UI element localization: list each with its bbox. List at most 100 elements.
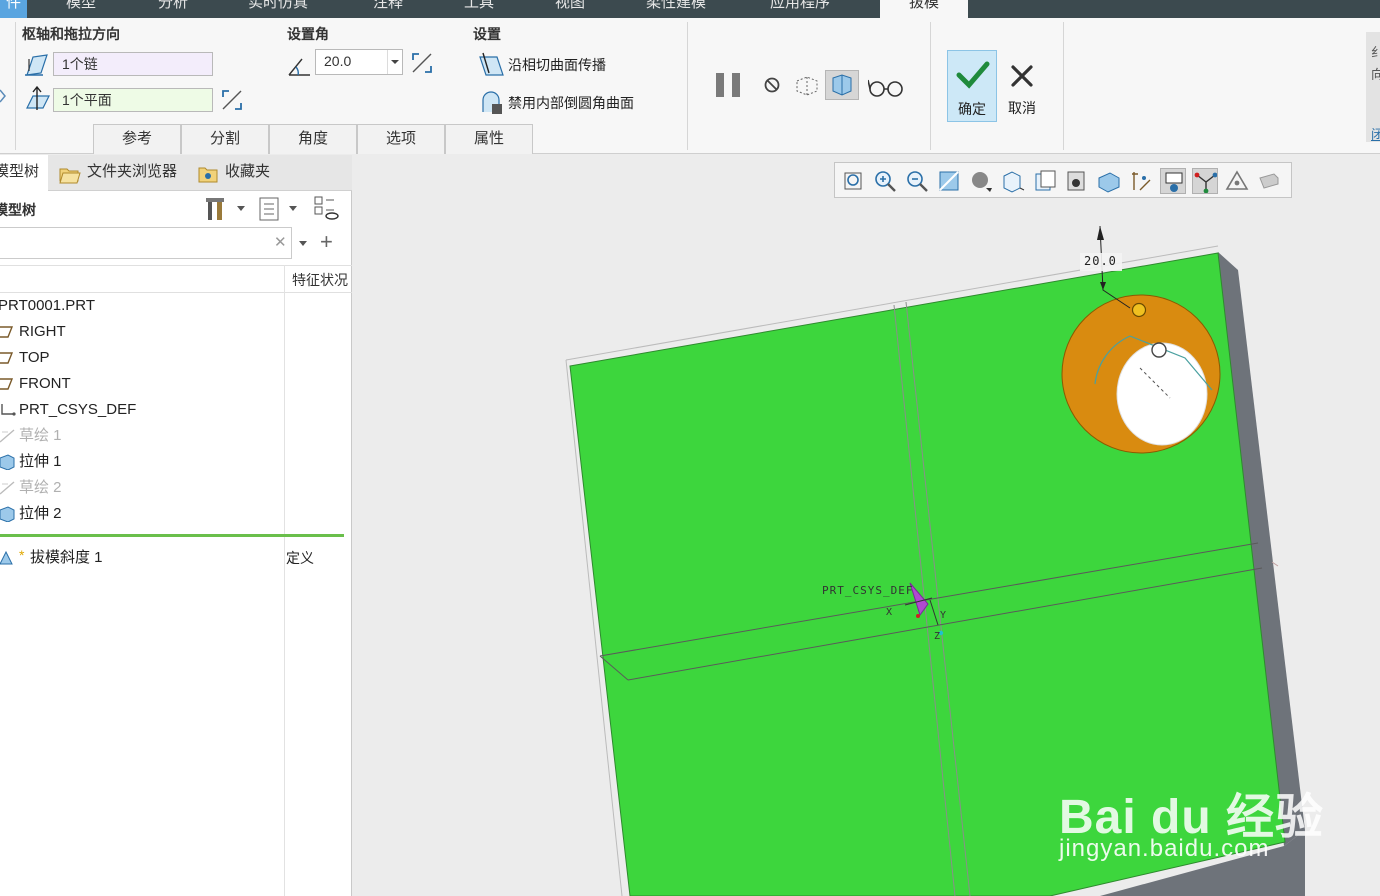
cutoff-text-2: 向	[1371, 67, 1380, 82]
ok-button[interactable]: 确定	[947, 50, 997, 122]
right-cutoff-panel: 纟 向 闭	[1366, 32, 1380, 142]
tree-item-sketch-1[interactable]: 草绘 1	[0, 423, 350, 449]
tree-item-label: 草绘 2	[19, 479, 62, 496]
tangent-propagate-icon	[479, 52, 504, 76]
collapse-arrow-icon[interactable]	[0, 88, 6, 104]
menu-bar: 件 模型 分析 实时仿真 注释 工具 视图 柔性建模 应用程序 拔模	[0, 0, 1380, 18]
menu-tab-analysis[interactable]: 分析	[158, 0, 188, 18]
tab-references[interactable]: 参考	[93, 124, 181, 154]
view-manager-icon[interactable]	[1032, 168, 1058, 194]
tree-item-csys[interactable]: PRT_CSYS_DEF	[0, 397, 350, 423]
pivot-plane-collector[interactable]: 1个平面	[53, 88, 213, 112]
menu-tab-tools[interactable]: 工具	[464, 0, 494, 18]
flip-angle-icon[interactable]	[410, 51, 434, 75]
glasses-icon[interactable]	[868, 74, 904, 100]
tab-properties[interactable]: 属性	[445, 124, 533, 154]
repaint-icon[interactable]	[936, 168, 962, 194]
draft-feature-icon	[0, 550, 13, 565]
tree-item-label: TOP	[19, 349, 50, 366]
refit-icon[interactable]	[840, 168, 866, 194]
tree-search-input[interactable]: ✕	[0, 227, 292, 259]
watermark-url: jingyan.baidu.com	[1059, 835, 1270, 862]
csys-icon	[1, 404, 16, 416]
search-dropdown-icon[interactable]	[297, 240, 309, 248]
status-column-header[interactable]: 特征状况	[292, 270, 348, 290]
saved-orientations-icon[interactable]	[1000, 168, 1026, 194]
menu-tab-flexible-modeling[interactable]: 柔性建模	[646, 0, 706, 18]
menu-tab-applications[interactable]: 应用程序	[770, 0, 830, 18]
tree-filter-icon[interactable]	[312, 194, 340, 222]
menu-tab-simulation[interactable]: 实时仿真	[248, 0, 308, 18]
tree-item-extrude-2[interactable]: 拉伸 2	[0, 501, 350, 527]
tree-item-part[interactable]: PRT0001.PRT	[0, 293, 350, 319]
separate-preview-icon[interactable]	[793, 73, 821, 97]
ok-button-label: 确定	[958, 101, 986, 117]
settings-tools-icon[interactable]	[204, 195, 230, 223]
datum-display-icon[interactable]	[1128, 168, 1154, 194]
add-column-icon[interactable]: +	[320, 231, 333, 253]
menu-tab-file[interactable]: 件	[0, 0, 28, 18]
tab-favorites[interactable]: 收藏夹	[225, 155, 270, 191]
appearance-icon[interactable]	[1256, 168, 1282, 194]
tree-item-draft-1[interactable]: * 拔模斜度 1 定义	[0, 545, 350, 571]
ribbon: 枢轴和拖拉方向 1个链 1个平面 设置角 20.0 设置 沿相切曲面传播 禁用内…	[0, 18, 1380, 154]
tree-item-extrude-1[interactable]: 拉伸 1	[0, 449, 350, 475]
extrude-icon	[0, 506, 15, 522]
zoom-in-icon[interactable]	[872, 168, 898, 194]
draft-surfaces-collector[interactable]: 1个链	[53, 52, 213, 76]
flip-direction-icon[interactable]	[220, 88, 244, 112]
tangent-propagate-option[interactable]: 沿相切曲面传播	[508, 55, 606, 75]
tree-item-label: RIGHT	[19, 323, 66, 340]
menu-tab-draft[interactable]: 拔模	[880, 0, 968, 18]
drag-handle-angle[interactable]	[1131, 302, 1147, 318]
clear-search-icon[interactable]: ✕	[274, 233, 287, 251]
cancel-button-label: 取消	[1008, 100, 1036, 116]
tab-model-tree[interactable]: 模型树	[0, 155, 48, 191]
display-style-icon[interactable]	[968, 168, 994, 194]
hole	[1116, 342, 1208, 446]
menu-tab-model[interactable]: 模型	[66, 0, 96, 18]
zoom-out-icon[interactable]	[904, 168, 930, 194]
tree-item-right[interactable]: RIGHT	[0, 319, 350, 345]
new-feature-marker: *	[19, 547, 25, 563]
show-dropdown-icon[interactable]	[287, 205, 299, 213]
annotation-display-icon[interactable]	[1160, 168, 1186, 194]
perspective-icon[interactable]	[1064, 168, 1090, 194]
tree-header: 模型树	[0, 191, 352, 227]
draft-angle-icon	[288, 58, 310, 76]
draft-angle-dimension[interactable]: 20.0	[1084, 254, 1117, 268]
tree-item-front[interactable]: FRONT	[0, 371, 350, 397]
exclude-round-option[interactable]: 禁用内部倒圆角曲面	[508, 93, 634, 113]
no-preview-icon[interactable]	[763, 76, 781, 94]
menu-tab-view[interactable]: 视图	[555, 0, 585, 18]
axis-x-label: X	[886, 607, 893, 618]
triangle-display-icon[interactable]	[1224, 168, 1250, 194]
pivot-group-title: 枢轴和拖拉方向	[22, 26, 120, 42]
draft-surfaces-icon	[25, 54, 48, 76]
angle-dropdown-icon[interactable]	[387, 50, 403, 74]
insert-here-line[interactable]	[0, 534, 344, 537]
tab-folder-browser[interactable]: 文件夹浏览器	[87, 155, 177, 191]
tree-item-label: 拉伸 1	[19, 453, 62, 470]
tab-split[interactable]: 分割	[181, 124, 269, 154]
section-view-icon[interactable]	[1096, 168, 1122, 194]
tree-item-top[interactable]: TOP	[0, 345, 350, 371]
show-list-icon[interactable]	[258, 196, 280, 222]
view-toolbar	[834, 162, 1292, 198]
graphics-window[interactable]: 20.0 PRT_CSYS_DEF X Y Z Bai du 经验 jingya…	[353, 155, 1380, 896]
verify-mode-button[interactable]	[825, 70, 859, 100]
tree-item-sketch-2[interactable]: 草绘 2	[0, 475, 350, 501]
pause-icon[interactable]	[714, 71, 744, 99]
draft-angle-value: 20.0	[324, 53, 352, 69]
menu-tab-annotate[interactable]: 注释	[373, 0, 403, 18]
cancel-button[interactable]: 取消	[1000, 50, 1044, 122]
drag-handle-pivot[interactable]	[1151, 342, 1167, 358]
navigator-panel: 模型树 文件夹浏览器 收藏夹 模型树 ✕ + 特征状况 PRT0001.PRT …	[0, 155, 352, 896]
cutoff-link[interactable]: 闭	[1371, 124, 1380, 143]
settings-dropdown-icon[interactable]	[235, 205, 247, 213]
spin-center-icon[interactable]	[1192, 168, 1218, 194]
tab-angles[interactable]: 角度	[269, 124, 357, 154]
tab-options[interactable]: 选项	[357, 124, 445, 154]
angle-group-title: 设置角	[287, 26, 329, 42]
datum-plane-icon	[0, 326, 14, 338]
